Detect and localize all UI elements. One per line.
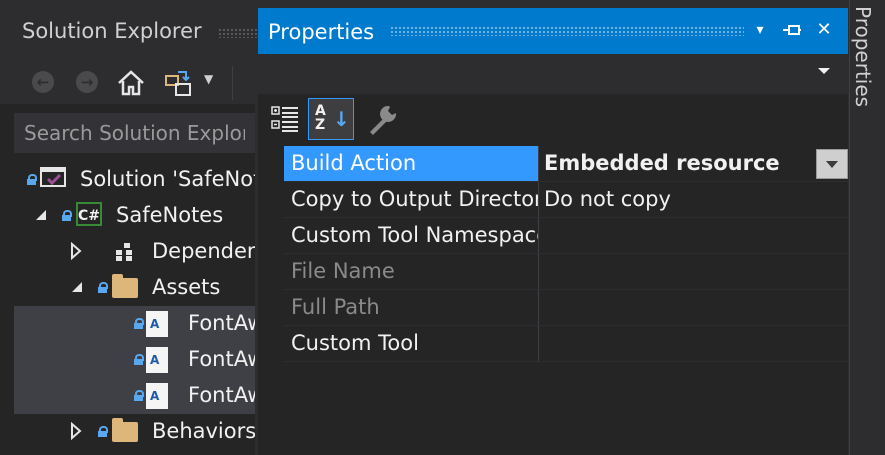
forward-arrow-icon[interactable]: → xyxy=(76,71,98,93)
properties-titlebar[interactable]: Properties ▾ ✕ xyxy=(258,8,848,54)
dependencies-icon xyxy=(116,243,132,261)
back-arrow-icon[interactable]: ← xyxy=(32,71,54,93)
tree-item-font-file[interactable]: FontAwesome xyxy=(14,342,255,378)
tree-item-label: FontAwesome xyxy=(188,347,255,371)
tree-item-label: Behaviors xyxy=(152,419,255,443)
sync-dropdown-caret-icon[interactable]: ▼ xyxy=(204,72,213,86)
expanded-triangle-icon[interactable] xyxy=(70,280,84,294)
window-position-dropdown-icon[interactable]: ▾ xyxy=(748,16,772,44)
chevron-down-icon[interactable] xyxy=(818,68,830,74)
properties-toolbar: AZ ↓ xyxy=(258,94,848,146)
sync-view-icon[interactable] xyxy=(164,68,194,98)
tree-item-label: Solution 'SafeNotes' xyxy=(80,167,255,191)
tree-item-project[interactable]: C# SafeNotes xyxy=(14,198,255,234)
property-value[interactable] xyxy=(538,218,848,253)
pin-icon[interactable] xyxy=(780,16,804,44)
properties-title: Properties xyxy=(268,20,375,44)
expanded-triangle-icon[interactable] xyxy=(34,208,48,222)
tree-item-label: SafeNotes xyxy=(116,203,224,227)
tree-item-solution[interactable]: Solution 'SafeNotes' xyxy=(14,162,255,198)
collapsed-triangle-icon[interactable] xyxy=(70,242,82,260)
toolbar-separator xyxy=(232,66,233,100)
property-row-custom-tool-namespace[interactable]: Custom Tool Namespace xyxy=(284,218,848,254)
property-value xyxy=(538,290,848,325)
alphabetical-label: AZ xyxy=(315,103,326,133)
folder-icon xyxy=(112,274,138,298)
side-tab-label: Properties xyxy=(851,6,875,108)
lock-icon xyxy=(98,282,108,293)
property-name[interactable]: Custom Tool xyxy=(284,326,538,361)
home-icon[interactable] xyxy=(116,69,146,97)
solution-explorer-title: Solution Explorer xyxy=(22,19,202,43)
solution-explorer-toolbar: ← → ▼ xyxy=(0,62,255,104)
sort-down-arrow-icon: ↓ xyxy=(333,107,350,131)
solution-explorer-titlebar[interactable]: Solution Explorer xyxy=(0,0,258,62)
tree-item-behaviors[interactable]: Behaviors xyxy=(14,414,255,450)
font-file-icon xyxy=(146,383,168,409)
categorized-icon[interactable] xyxy=(270,102,300,136)
tree-item-dependencies[interactable]: Dependencies xyxy=(14,234,255,270)
property-name[interactable]: Copy to Output Directory xyxy=(284,182,538,217)
search-input[interactable] xyxy=(14,113,255,153)
titlebar-grip xyxy=(218,28,258,38)
tree-item-assets[interactable]: Assets xyxy=(14,270,255,306)
solution-icon xyxy=(40,167,66,187)
property-row-build-action[interactable]: Build Action Embedded resource xyxy=(284,146,848,182)
property-value[interactable] xyxy=(538,326,848,361)
property-grid: Build Action Embedded resource Copy to O… xyxy=(284,146,848,362)
lock-icon xyxy=(134,390,144,401)
property-value[interactable]: Embedded resource xyxy=(538,146,848,181)
property-row-file-name[interactable]: File Name xyxy=(284,254,848,290)
properties-panel: Properties ▾ ✕ AZ ↓ Build Action Embedde… xyxy=(258,8,848,455)
tree-item-font-file[interactable]: FontAwesome xyxy=(14,378,255,414)
titlebar-grip xyxy=(390,26,744,36)
lock-icon xyxy=(134,318,144,329)
lock-icon xyxy=(98,426,108,437)
font-file-icon xyxy=(146,347,168,373)
object-selector-dropdown[interactable] xyxy=(258,54,848,94)
property-name[interactable]: Build Action xyxy=(284,146,538,181)
tree-item-label: Assets xyxy=(152,275,221,299)
collapsed-triangle-icon[interactable] xyxy=(70,422,82,440)
close-icon[interactable]: ✕ xyxy=(812,16,836,44)
font-file-icon xyxy=(146,311,168,337)
property-row-full-path[interactable]: Full Path xyxy=(284,290,848,326)
lock-icon xyxy=(134,354,144,365)
tree-item-label: Dependencies xyxy=(152,239,255,263)
properties-side-tab[interactable]: Properties xyxy=(849,0,885,455)
tree-item-label: FontAwesome xyxy=(188,311,255,335)
alphabetical-sort-button[interactable]: AZ ↓ xyxy=(308,98,354,140)
property-row-copy-to-output[interactable]: Copy to Output Directory Do not copy xyxy=(284,182,848,218)
property-name[interactable]: Full Path xyxy=(284,290,538,325)
lock-icon xyxy=(62,210,72,221)
build-action-dropdown-button[interactable] xyxy=(816,149,848,179)
tree-item-font-file[interactable]: FontAwesome xyxy=(14,306,255,342)
property-name[interactable]: Custom Tool Namespace xyxy=(284,218,538,253)
folder-icon xyxy=(112,418,138,442)
solution-search-box[interactable] xyxy=(14,113,255,153)
property-value[interactable]: Do not copy xyxy=(538,182,848,217)
lock-icon xyxy=(27,174,37,185)
property-name[interactable]: File Name xyxy=(284,254,538,289)
tree-item-label: FontAwesome xyxy=(188,383,255,407)
property-value xyxy=(538,254,848,289)
property-row-custom-tool[interactable]: Custom Tool xyxy=(284,326,848,362)
solution-explorer-panel: Solution Explorer ← → ▼ Solution 'SafeNo… xyxy=(0,0,258,455)
chevron-down-icon xyxy=(826,161,838,168)
wrench-icon[interactable] xyxy=(364,102,400,138)
csharp-project-icon: C# xyxy=(76,202,102,226)
